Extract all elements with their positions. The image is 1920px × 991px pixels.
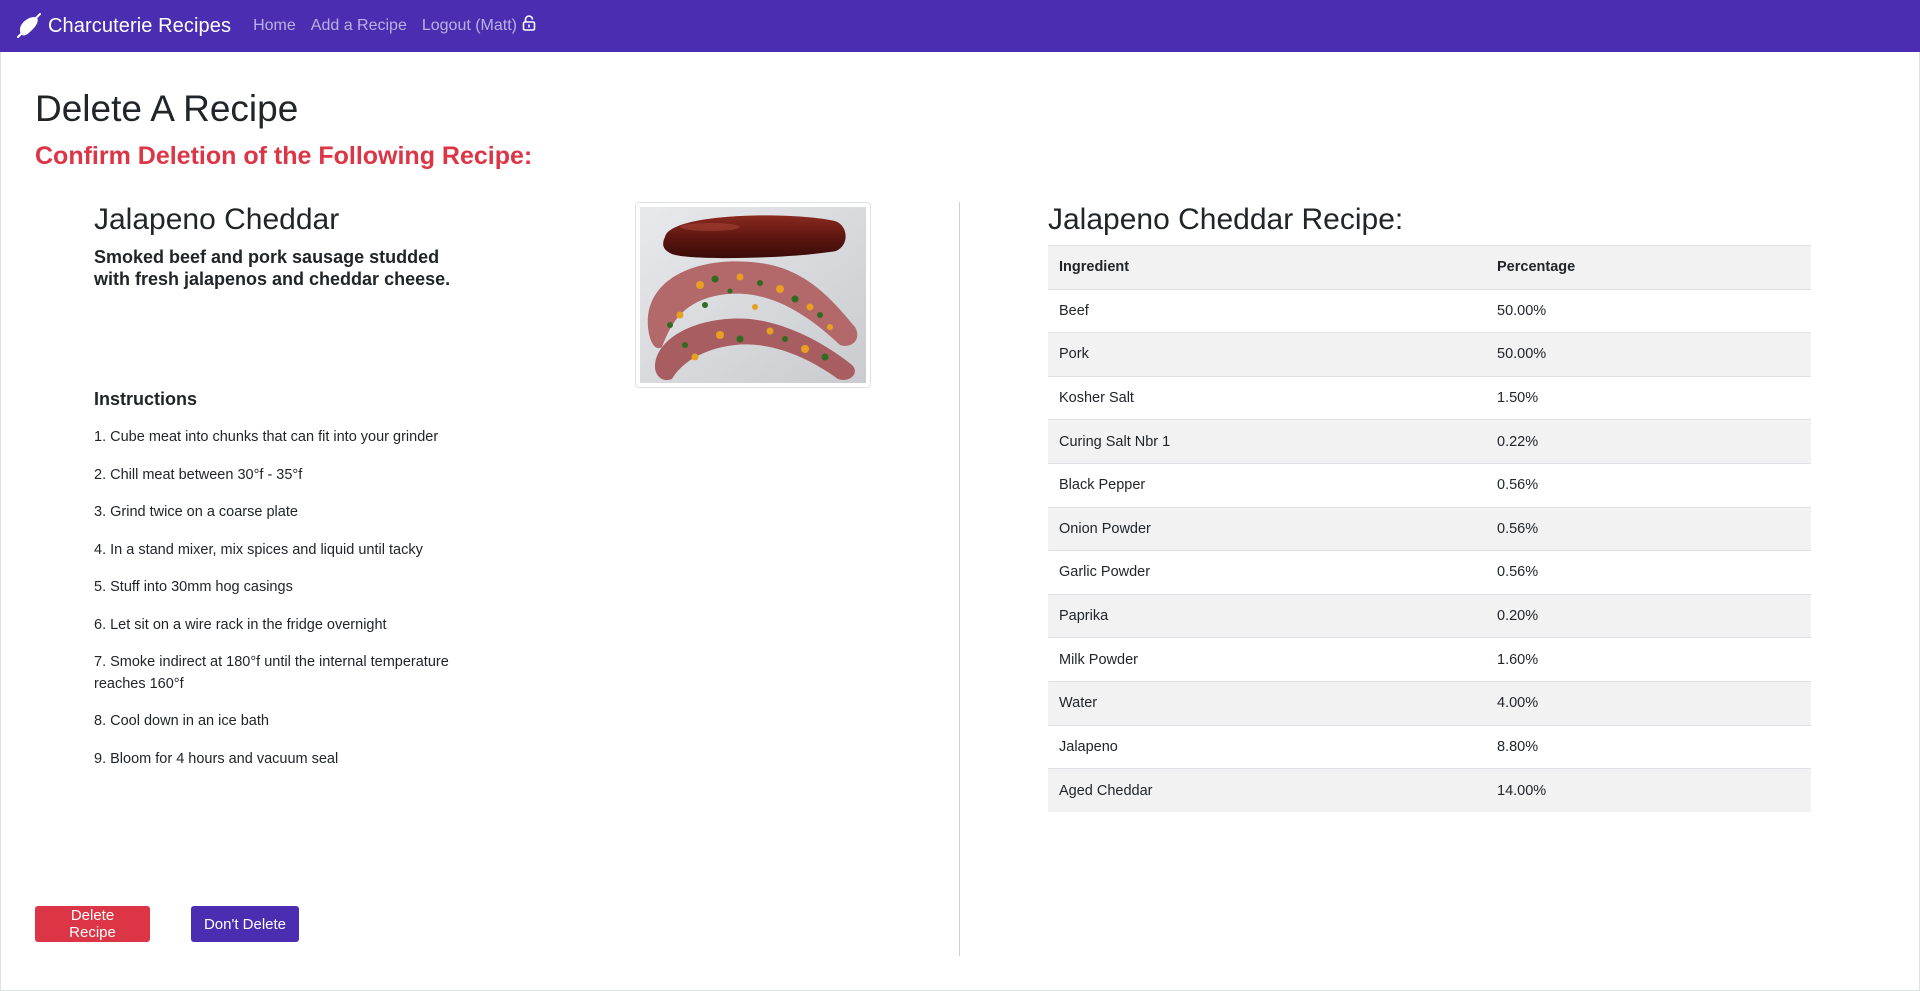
instruction-step: 9. Bloom for 4 hours and vacuum seal: [94, 751, 339, 767]
percentage-cell: 50.00%: [1486, 332, 1811, 377]
instruction-step: 1. Cube meat into chunks that can fit in…: [94, 429, 439, 445]
ingredient-cell: Pork: [1048, 332, 1486, 377]
percentage-cell: 0.56%: [1486, 462, 1811, 508]
table-row: Aged Cheddar 14.00%: [1048, 768, 1811, 813]
ingredient-cell: Curing Salt Nbr 1: [1048, 419, 1486, 464]
table-row: Milk Powder 1.60%: [1048, 637, 1811, 682]
table-row: Beef 50.00%: [1048, 288, 1811, 333]
ingredient-cell: Water: [1048, 680, 1486, 726]
instructions-heading: Instructions: [94, 389, 198, 409]
ingredient-cell: Beef: [1048, 288, 1486, 333]
ingredient-cell: Milk Powder: [1048, 637, 1486, 682]
table-row: Water 4.00%: [1048, 680, 1811, 726]
table-row: Pork 50.00%: [1048, 332, 1811, 377]
table-row: Garlic Powder 0.56%: [1048, 550, 1811, 595]
percentage-cell: 0.22%: [1486, 419, 1811, 464]
instructions-list: 1. Cube meat into chunks that can fit in…: [94, 426, 484, 770]
ingredient-cell: Jalapeno: [1048, 724, 1486, 769]
instruction-step: 2. Chill meat between 30°f - 35°f: [94, 467, 303, 483]
nav-logout-link[interactable]: Logout (Matt): [422, 17, 517, 35]
table-row: Curing Salt Nbr 1 0.22%: [1048, 419, 1811, 464]
recipe-description: Smoked beef and pork sausage studded wit…: [94, 247, 451, 289]
nav-add-recipe-link[interactable]: Add a Recipe: [311, 17, 407, 35]
brand-link[interactable]: Charcuterie Recipes: [16, 13, 231, 39]
ingredient-cell: Black Pepper: [1048, 462, 1486, 508]
table-header-row: Ingredient Percentage: [1048, 245, 1811, 290]
column-divider: [959, 202, 960, 956]
percentage-cell: 4.00%: [1486, 680, 1811, 726]
dont-delete-button[interactable]: Don't Delete: [191, 906, 299, 942]
unlock-icon[interactable]: [521, 15, 537, 31]
instruction-step: 5. Stuff into 30mm hog casings: [94, 579, 293, 595]
recipe-name: Jalapeno Cheddar: [94, 203, 340, 236]
percentage-cell: 1.50%: [1486, 375, 1811, 420]
ingredient-cell: Onion Powder: [1048, 506, 1486, 551]
column-header-percentage: Percentage: [1486, 245, 1811, 290]
confirm-deletion-subtitle: Confirm Deletion of the Following Recipe…: [35, 142, 533, 170]
ingredient-cell: Kosher Salt: [1048, 375, 1486, 420]
table-row: Kosher Salt 1.50%: [1048, 375, 1811, 420]
percentage-cell: 1.60%: [1486, 637, 1811, 682]
ingredients-table: Ingredient Percentage Beef 50.00% Pork 50.…: [1048, 245, 1811, 813]
table-row: Jalapeno 8.80%: [1048, 724, 1811, 769]
percentage-cell: 0.20%: [1486, 593, 1811, 638]
instruction-step: 3. Grind twice on a coarse plate: [94, 504, 298, 520]
delete-recipe-button[interactable]: Delete Recipe: [35, 906, 150, 942]
column-header-ingredient: Ingredient: [1048, 245, 1486, 290]
percentage-cell: 14.00%: [1486, 768, 1811, 813]
ingredient-cell: Garlic Powder: [1048, 550, 1486, 595]
instruction-step: 7. Smoke indirect at 180°f until the int…: [94, 654, 449, 692]
percentage-cell: 0.56%: [1486, 550, 1811, 595]
navbar: Charcuterie Recipes Home Add a Recipe Lo…: [0, 0, 1920, 52]
sausage-photo: [640, 207, 866, 383]
ingredient-cell: Aged Cheddar: [1048, 768, 1486, 813]
table-row: Paprika 0.20%: [1048, 593, 1811, 638]
instruction-step: 8. Cool down in an ice bath: [94, 713, 269, 729]
table-row: Onion Powder 0.56%: [1048, 506, 1811, 551]
brand-name: Charcuterie Recipes: [48, 14, 232, 37]
recipe-table-heading: Jalapeno Cheddar Recipe:: [1048, 203, 1404, 236]
nav-links: Home Add a Recipe Logout (Matt): [253, 15, 537, 35]
table-row: Black Pepper 0.56%: [1048, 462, 1811, 508]
percentage-cell: 0.56%: [1486, 506, 1811, 551]
nav-home-link[interactable]: Home: [253, 17, 296, 35]
ingredient-cell: Paprika: [1048, 593, 1486, 638]
instruction-step: 4. In a stand mixer, mix spices and liqu…: [94, 542, 423, 558]
page-title: Delete A Recipe: [35, 88, 299, 129]
instruction-step: 6. Let sit on a wire rack in the fridge …: [94, 617, 387, 633]
percentage-cell: 50.00%: [1486, 288, 1811, 333]
recipe-photo: [635, 202, 871, 388]
percentage-cell: 8.80%: [1486, 724, 1811, 769]
sausage-icon: [16, 13, 42, 39]
